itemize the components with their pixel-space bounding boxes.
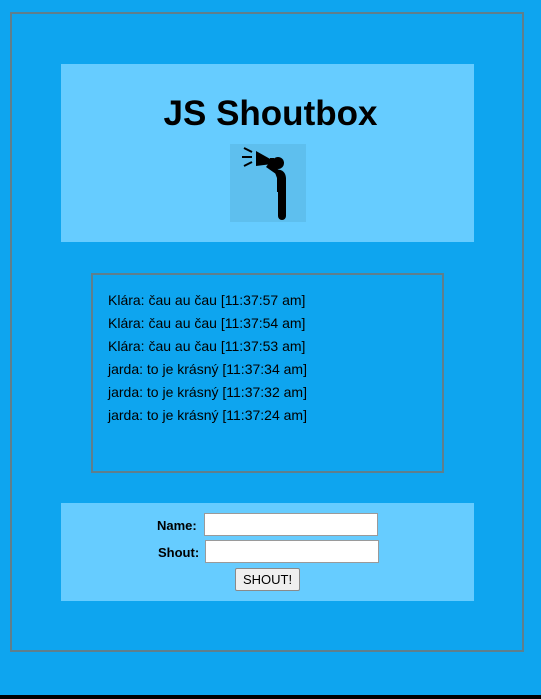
shout-label: Shout: bbox=[158, 545, 200, 560]
shout-button[interactable]: SHOUT! bbox=[235, 568, 300, 591]
message-item: jarda: to je krásný [11:37:34 am] bbox=[108, 361, 307, 377]
message-item: Klára: čau au čau [11:37:57 am] bbox=[108, 292, 306, 308]
name-input[interactable] bbox=[204, 513, 378, 536]
message-list: Klára: čau au čau [11:37:57 am] Klára: č… bbox=[108, 290, 307, 428]
message-item: jarda: to je krásný [11:37:24 am] bbox=[108, 407, 307, 423]
message-item: Klára: čau au čau [11:37:54 am] bbox=[108, 315, 306, 331]
name-label: Name: bbox=[157, 518, 197, 533]
page-background: JS Shoutbox Klára: čau au čau [11:37:57 … bbox=[0, 0, 541, 695]
message-item: jarda: to je krásný [11:37:32 am] bbox=[108, 384, 307, 400]
megaphone-icon bbox=[230, 144, 306, 222]
page-title: JS Shoutbox bbox=[163, 94, 378, 133]
message-item: Klára: čau au čau [11:37:53 am] bbox=[108, 338, 306, 354]
shout-input[interactable] bbox=[205, 540, 379, 563]
